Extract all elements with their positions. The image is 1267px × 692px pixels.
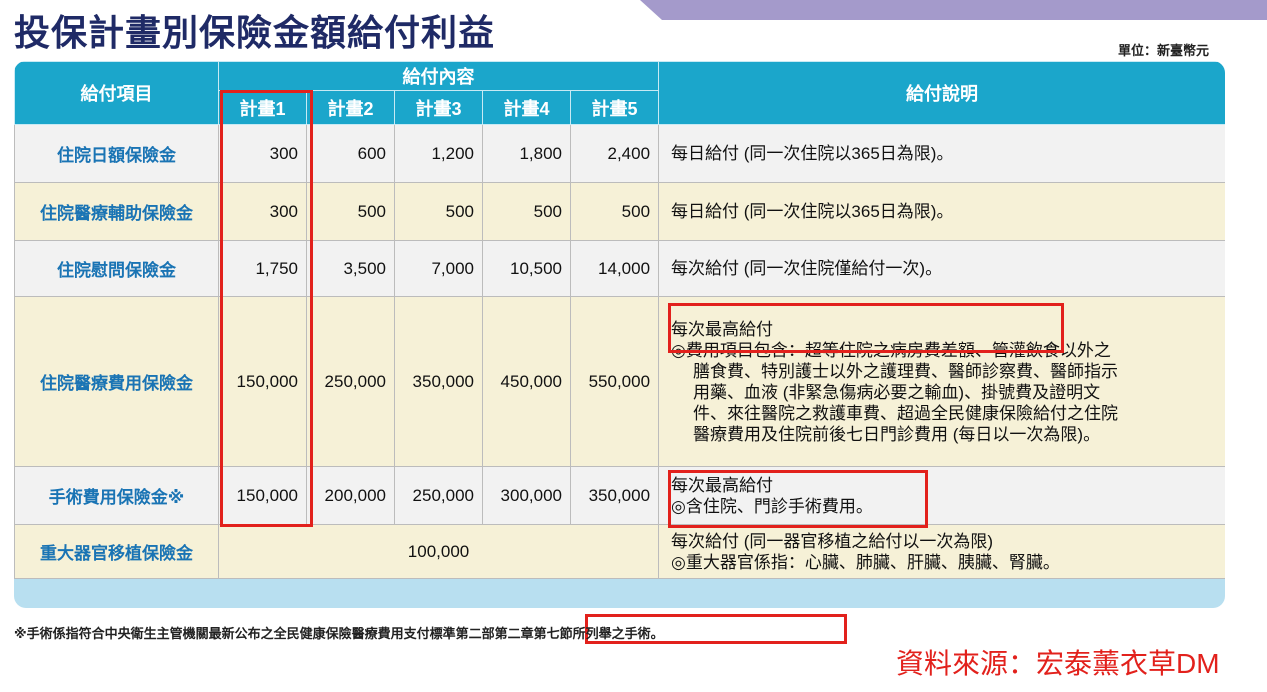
row-item-name: 重大器官移植保險金 xyxy=(14,524,219,579)
plan-2-amount: 3,500 xyxy=(306,240,395,297)
plan-5-amount: 350,000 xyxy=(569,466,660,525)
row-description: 每日給付 (同一次住院以365日為限)。 xyxy=(658,182,1225,241)
row-item-name: 住院醫療輔助保險金 xyxy=(14,182,219,241)
source-credit: 資料來源：宏泰薰衣草DM xyxy=(896,648,1220,679)
row-description: 每次給付 (同一器官移植之給付以一次為限) ◎重大器官係指：心臟、肺臟、肝臟、胰… xyxy=(658,524,1225,579)
plan-4-amount: 10,500 xyxy=(482,240,571,297)
highlight-plan-1-column xyxy=(220,90,313,527)
page-title: 投保計畫別保險金額給付利益 xyxy=(14,12,496,53)
description-line: 每日給付 (同一次住院以365日為限)。 xyxy=(671,202,954,221)
description-line: 用藥、血液 (非緊急傷病必要之輸血)、掛號費及證明文 xyxy=(693,382,1101,402)
description-line: 每次給付 (同一器官移植之給付以一次為限) xyxy=(671,531,994,551)
row-item-name: 住院慰問保險金 xyxy=(14,240,219,297)
table-row: 重大器官移植保險金 100,000 每次給付 (同一器官移植之給付以一次為限) … xyxy=(14,524,1225,579)
row-item-name: 住院日額保險金 xyxy=(14,124,219,183)
row-item-name: 手術費用保險金※ xyxy=(14,466,219,525)
table-row: 住院醫療輔助保險金 300 500 500 500 500 每日給付 (同一次住… xyxy=(14,182,1225,241)
description-line: 膳食費、特別護士以外之護理費、醫師診察費、醫師指示 xyxy=(693,361,1119,381)
description-line: ◎重大器官係指：心臟、肺臟、肝臟、胰臟、腎臟。 xyxy=(671,552,1060,572)
header-item: 給付項目 xyxy=(14,61,219,125)
table-row: 手術費用保險金※ 150,000 200,000 250,000 300,000… xyxy=(14,466,1225,525)
description-line: 每日給付 (同一次住院以365日為限)。 xyxy=(671,144,954,163)
plan-3-amount: 250,000 xyxy=(394,466,483,525)
row-description: 每次給付 (同一次住院僅給付一次)。 xyxy=(658,240,1225,297)
unit-note: 單位：新臺幣元 xyxy=(1118,43,1210,58)
header-description: 給付說明 xyxy=(658,61,1225,125)
header-content: 給付內容 xyxy=(217,61,660,91)
plan-3-amount: 350,000 xyxy=(394,296,483,467)
description-line: 件、來往醫院之救護車費、超過全民健康保險給付之住院 xyxy=(693,403,1119,423)
description-line: 醫療費用及住院前後七日門診費用 (每日以一次為限)。 xyxy=(693,424,1101,444)
header-plan-5: 計畫5 xyxy=(569,90,660,125)
plan-5-amount: 500 xyxy=(569,182,660,241)
plan-2-amount: 500 xyxy=(306,182,395,241)
highlight-max-payment-item xyxy=(668,303,1064,353)
highlight-surgery-desc xyxy=(668,470,928,528)
plan-5-amount: 14,000 xyxy=(569,240,660,297)
plan-2-amount: 250,000 xyxy=(306,296,395,467)
plan-4-amount: 450,000 xyxy=(482,296,571,467)
plan-5-amount: 550,000 xyxy=(569,296,660,467)
plan-4-amount: 1,800 xyxy=(482,124,571,183)
header-plan-2: 計畫2 xyxy=(306,90,395,125)
footnote: ※手術係指符合中央衛生主管機關最新公布之全民健康保險醫療費用支付標準第二部第二章… xyxy=(14,626,664,641)
plan-2-amount: 200,000 xyxy=(306,466,395,525)
row-item-name: 住院醫療費用保險金 xyxy=(14,296,219,467)
plan-5-amount: 2,400 xyxy=(569,124,660,183)
plan-4-amount: 500 xyxy=(482,182,571,241)
plan-3-amount: 500 xyxy=(394,182,483,241)
plan-3-amount: 1,200 xyxy=(394,124,483,183)
plan-4-amount: 300,000 xyxy=(482,466,571,525)
all-plans-amount: 100,000 xyxy=(217,524,660,579)
decorative-banner xyxy=(640,0,1267,20)
table-row: 住院日額保險金 300 600 1,200 1,800 2,400 每日給付 (… xyxy=(14,124,1225,183)
header-plan-4: 計畫4 xyxy=(482,90,571,125)
plan-3-amount: 7,000 xyxy=(394,240,483,297)
plan-2-amount: 600 xyxy=(306,124,395,183)
table-row: 住院慰問保險金 1,750 3,500 7,000 10,500 14,000 … xyxy=(14,240,1225,297)
header-plan-3: 計畫3 xyxy=(394,90,483,125)
description-line: 每次給付 (同一次住院僅給付一次)。 xyxy=(671,259,943,278)
row-description: 每日給付 (同一次住院以365日為限)。 xyxy=(658,124,1225,183)
